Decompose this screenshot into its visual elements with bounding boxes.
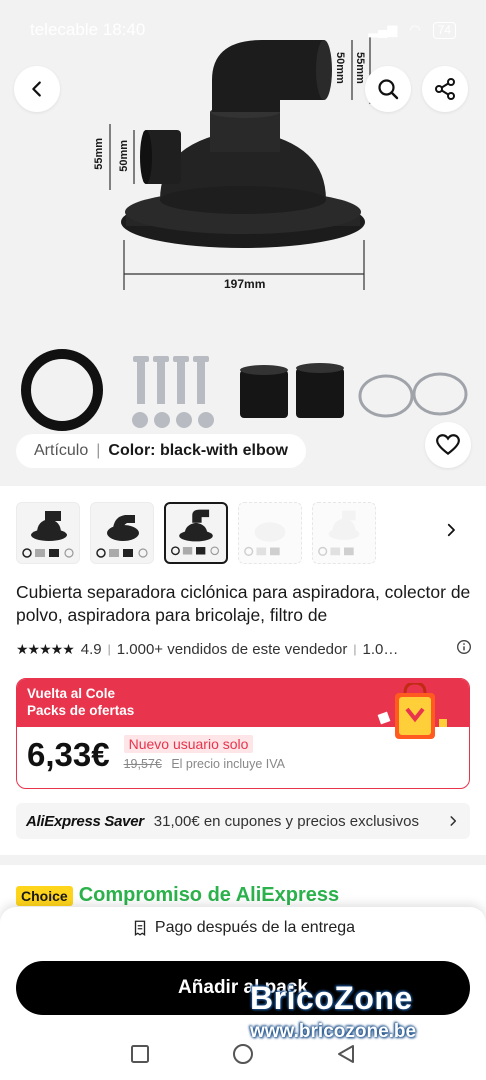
status-icons: ▂▄▆ ◠ 74: [368, 21, 456, 39]
signal-icon: ▂▄▆: [368, 22, 398, 37]
square-icon: [131, 1045, 149, 1063]
variant-label: Artículo: [34, 442, 89, 459]
thumbnail-image: [170, 509, 220, 556]
product-image-gallery[interactable]: 55mm 50mm 55mm 50mm 197mm: [0, 0, 486, 486]
choice-badge: Choice: [16, 885, 73, 906]
back-button[interactable]: [14, 66, 60, 112]
watermark: BricoZone www.bricozone.be: [250, 980, 486, 1050]
choice-commitment-row[interactable]: Choice Compromiso de AliExpress: [16, 884, 339, 907]
search-button[interactable]: [365, 66, 411, 112]
current-price: 6,33€: [27, 736, 110, 773]
pay-after-delivery: Pago después de la entrega: [0, 919, 486, 937]
rating-extra: 1.0…: [362, 640, 399, 658]
product-title[interactable]: Cubierta separadora ciclónica para aspir…: [16, 581, 472, 627]
thumbnail-unavailable[interactable]: [312, 502, 376, 564]
price-card[interactable]: Vuelta al Cole Packs de ofertas 6,33€ Nu…: [16, 678, 470, 789]
saver-text: 31,00€ en cupones y precios exclusivos: [153, 812, 419, 830]
star-rating-icon: ★★★★★: [16, 640, 75, 657]
thumbnail-image: [96, 515, 148, 558]
thumbnail-selected[interactable]: [164, 502, 228, 564]
chevron-right-icon: [450, 816, 457, 826]
pay-after-text: Pago después de la entrega: [154, 919, 356, 936]
watermark-url: www.bricozone.be: [250, 1021, 417, 1042]
thumbnail-image: [318, 510, 360, 556]
section-divider: [0, 855, 486, 865]
price-row: 6,33€ Nuevo usuario solo 19,57€ El preci…: [27, 735, 285, 775]
price-meta: 19,57€ El precio incluye IVA: [124, 757, 285, 771]
status-carrier-time: telecable 18:40: [30, 20, 146, 39]
thumbnail-strip: [16, 502, 376, 564]
commitment-title: Compromiso de AliExpress: [78, 884, 340, 906]
dimension-label: 197mm: [224, 277, 266, 291]
share-button[interactable]: [422, 66, 468, 112]
product-photo: [21, 36, 468, 431]
thumbnail[interactable]: [90, 502, 154, 564]
wifi-icon: ◠: [409, 22, 421, 37]
aliexpress-saver-logo: AliExpress Saver: [26, 812, 144, 830]
thumbnail-image: [244, 522, 286, 556]
wishlist-button[interactable]: [425, 422, 471, 468]
recents-button[interactable]: [128, 1042, 152, 1066]
dimension-label: 55mm: [93, 138, 105, 170]
variant-selector[interactable]: Artículo | Color: black-with elbow: [16, 434, 306, 468]
watermark-brand: BricoZone: [250, 980, 413, 1016]
thumbnail[interactable]: [16, 502, 80, 564]
rating-row[interactable]: ★★★★★ 4.9 | 1.000+ vendidos de este vend…: [16, 639, 472, 659]
heart-icon: [436, 434, 460, 456]
variant-value: Color: black-with elbow: [108, 442, 288, 459]
new-user-badge: Nuevo usuario solo: [123, 735, 254, 753]
thumbnail-unavailable[interactable]: [238, 502, 302, 564]
info-icon[interactable]: [456, 639, 472, 659]
sold-count: 1.000+ vendidos de este vendedor: [116, 640, 348, 658]
rating-divider: |: [107, 642, 111, 656]
rating-value: 4.9: [80, 640, 102, 658]
saver-coupons-bar[interactable]: AliExpress Saver 31,00€ en cupones y pre…: [16, 803, 470, 839]
variant-divider: |: [96, 442, 101, 459]
tax-note: El precio incluye IVA: [171, 757, 286, 771]
thumbnail-image: [22, 511, 74, 558]
thumbnails-next-button[interactable]: [436, 515, 466, 545]
chevron-right-icon: [447, 523, 455, 537]
rating-divider: |: [353, 642, 357, 656]
search-icon: [378, 79, 399, 100]
share-icon: [435, 78, 455, 100]
chevron-left-icon: [32, 81, 41, 97]
receipt-icon: [134, 920, 146, 937]
shopping-bag-icon: [377, 683, 447, 739]
dimension-label: 50mm: [118, 140, 130, 172]
battery-indicator: 74: [432, 21, 456, 39]
status-bar: telecable 18:40 ▂▄▆ ◠ 74: [0, 0, 486, 60]
promo-banner: Vuelta al Cole Packs de ofertas: [17, 679, 469, 739]
original-price: 19,57€: [123, 757, 162, 771]
